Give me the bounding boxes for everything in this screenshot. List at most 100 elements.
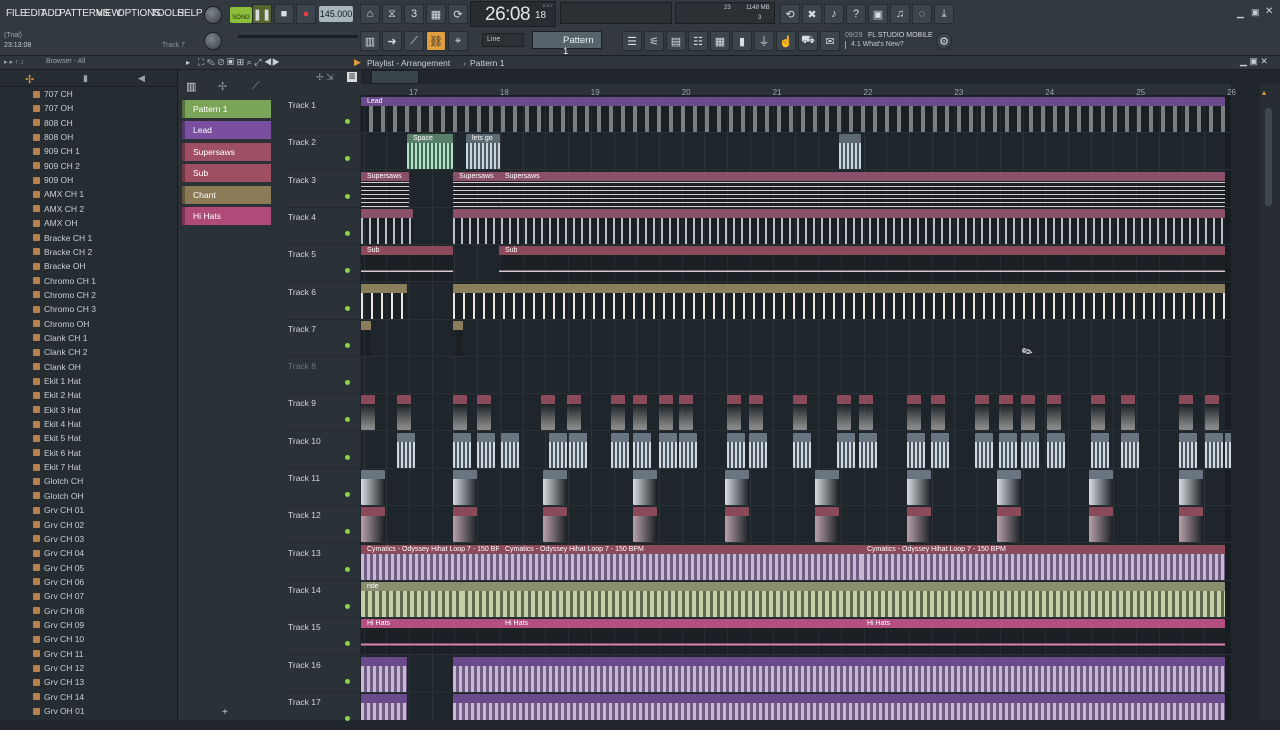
- timeline-ruler[interactable]: [361, 84, 1231, 96]
- playlist-clip[interactable]: [453, 208, 1225, 244]
- playlist-clip[interactable]: [567, 395, 581, 431]
- playlist-clip[interactable]: [477, 432, 495, 468]
- track-mute-led[interactable]: [345, 715, 350, 721]
- channel-rack-button[interactable]: ⚟: [644, 31, 664, 51]
- playlist-clip[interactable]: [543, 470, 567, 505]
- browser-item[interactable]: 808 OH: [33, 130, 73, 144]
- browser-item[interactable]: Grv CH 09: [33, 618, 84, 632]
- playlist-clip[interactable]: [749, 395, 763, 431]
- track-header[interactable]: Track 15: [286, 618, 360, 656]
- piano-roll-window-button[interactable]: ▤: [666, 31, 686, 51]
- track-header[interactable]: Track 4: [286, 208, 360, 245]
- playlist-toolbar-icons[interactable]: ⛶ ✎ ⊘ ▣ ⊞ ⌕ ⤢ ◀▶: [198, 57, 280, 68]
- playlist-window-controls[interactable]: ▁ ▣ ✕: [1240, 56, 1268, 67]
- track-lane[interactable]: [361, 320, 1231, 357]
- tempo-display[interactable]: 145.000: [319, 6, 353, 22]
- template-button[interactable]: ▮: [732, 31, 752, 51]
- master-pitch-knob[interactable]: [204, 32, 222, 50]
- track-header[interactable]: Track 16: [286, 656, 360, 693]
- playlist-clip[interactable]: [1179, 432, 1197, 468]
- playlist-clip[interactable]: [361, 395, 375, 431]
- browser-nav-icons[interactable]: ▸ ▸ ↑ ↕: [4, 58, 24, 66]
- track-header[interactable]: Track 13: [286, 544, 360, 581]
- playlist-clip[interactable]: [659, 432, 677, 468]
- track-mute-led[interactable]: [345, 454, 350, 460]
- browser-tab-speaker-icon[interactable]: ◀: [138, 73, 145, 84]
- track-header[interactable]: Track 9: [286, 394, 360, 432]
- browser-item[interactable]: 707 OH: [33, 101, 73, 115]
- track-mute-led[interactable]: [345, 641, 350, 647]
- playlist-clip[interactable]: [611, 432, 629, 468]
- stop-button[interactable]: ■: [274, 4, 294, 24]
- vertical-scrollbar[interactable]: ▴: [1260, 84, 1280, 720]
- loop-record-button[interactable]: ⟳: [448, 4, 468, 24]
- track-header[interactable]: Track 14: [286, 581, 360, 618]
- playlist-menu-arrow-icon[interactable]: ▸: [186, 58, 190, 67]
- browser-item[interactable]: Grv CH 10: [33, 632, 84, 646]
- browser-item[interactable]: Chromo CH 3: [33, 302, 96, 316]
- browser-item[interactable]: Grv CH 12: [33, 661, 84, 675]
- playlist-clip[interactable]: [541, 395, 555, 431]
- playlist-clip[interactable]: [725, 470, 749, 505]
- browser-item[interactable]: Grv CH 03: [33, 532, 84, 546]
- browser-item[interactable]: Glotch CH: [33, 474, 83, 488]
- playlist-clip[interactable]: lets go: [466, 134, 500, 170]
- playlist-clip[interactable]: [453, 693, 1225, 720]
- playlist-clip[interactable]: Hi Hats: [361, 619, 499, 655]
- playlist-grid[interactable]: Lead Space lets go Supersaws Supersaws Supers…: [361, 96, 1231, 720]
- playlist-clip[interactable]: [361, 693, 407, 720]
- playlist-clip[interactable]: [633, 507, 657, 543]
- browser-item[interactable]: Clank OH: [33, 360, 81, 374]
- playlist-clip[interactable]: [815, 507, 839, 543]
- track-header[interactable]: Track 12: [286, 506, 360, 544]
- playlist-clip[interactable]: [453, 432, 471, 468]
- menu-help[interactable]: HELP: [177, 8, 203, 19]
- browser-tab-all-icon[interactable]: ✢: [25, 73, 34, 86]
- stamp-button[interactable]: ⌖: [448, 31, 468, 51]
- browser-tab-files-icon[interactable]: ▮: [83, 73, 88, 84]
- track-header[interactable]: Track 3: [286, 171, 360, 208]
- pattern-item[interactable]: Lead: [182, 121, 271, 140]
- track-header[interactable]: Track 7: [286, 320, 360, 357]
- track-header[interactable]: Track 17: [286, 693, 360, 730]
- playlist-clip[interactable]: Cymatics - Odyssey Hihat Loop 7 - 150 BP…: [499, 544, 861, 580]
- playlist-clip[interactable]: [1047, 395, 1061, 431]
- track-mute-led[interactable]: [345, 566, 350, 572]
- playlist-clip[interactable]: Supersaws: [453, 171, 499, 207]
- playlist-clip[interactable]: Cymatics - Odyssey Hihat Loop 7 - 150 BP…: [861, 544, 1225, 580]
- playlist-clip[interactable]: [1225, 432, 1231, 468]
- track-mute-led[interactable]: [345, 417, 350, 423]
- browser-item[interactable]: Grv CH 01: [33, 503, 84, 517]
- playlist-clip[interactable]: [1047, 432, 1065, 468]
- track-header[interactable]: Track 11: [286, 469, 360, 506]
- playlist-clip[interactable]: [361, 283, 407, 319]
- playlist-clip[interactable]: [361, 656, 407, 692]
- browser-item[interactable]: Bracke OH: [33, 259, 86, 273]
- step-edit-button[interactable]: ▦: [426, 4, 446, 24]
- playlist-clip[interactable]: [397, 432, 415, 468]
- track-mute-led[interactable]: [345, 380, 350, 386]
- playlist-clip[interactable]: [679, 432, 697, 468]
- browser-item[interactable]: Grv CH 05: [33, 561, 84, 575]
- browser-item[interactable]: Clank CH 1: [33, 331, 87, 345]
- playlist-clip[interactable]: [931, 432, 949, 468]
- track-header[interactable]: Track 5: [286, 245, 360, 283]
- pattern-item[interactable]: Hi Hats: [182, 207, 271, 225]
- playlist-clip[interactable]: [999, 432, 1017, 468]
- playlist-clip[interactable]: Cymatics - Odyssey Hihat Loop 7 - 150 BP…: [361, 544, 499, 580]
- playlist-button[interactable]: ☰: [622, 31, 642, 51]
- playlist-clip[interactable]: [1205, 395, 1219, 431]
- chat-button[interactable]: ◌: [912, 4, 932, 24]
- browser-item[interactable]: 707 CH: [33, 87, 73, 101]
- playlist-clip[interactable]: [997, 507, 1021, 543]
- window-restore-button[interactable]: ▣: [1251, 7, 1260, 18]
- window-minimize-button[interactable]: ▁: [1237, 8, 1244, 19]
- news-subtitle[interactable]: 4.1 What's New?: [851, 41, 904, 48]
- news-settings-button[interactable]: ⚙: [936, 33, 952, 49]
- playlist-clip[interactable]: [453, 283, 1225, 319]
- browser-item[interactable]: Chromo CH 1: [33, 274, 96, 288]
- download-button[interactable]: ⤓: [934, 4, 954, 24]
- playlist-clip[interactable]: [859, 395, 873, 431]
- playlist-clip[interactable]: [501, 432, 519, 468]
- pattern-picker-slide-icon[interactable]: ⟋: [252, 80, 260, 93]
